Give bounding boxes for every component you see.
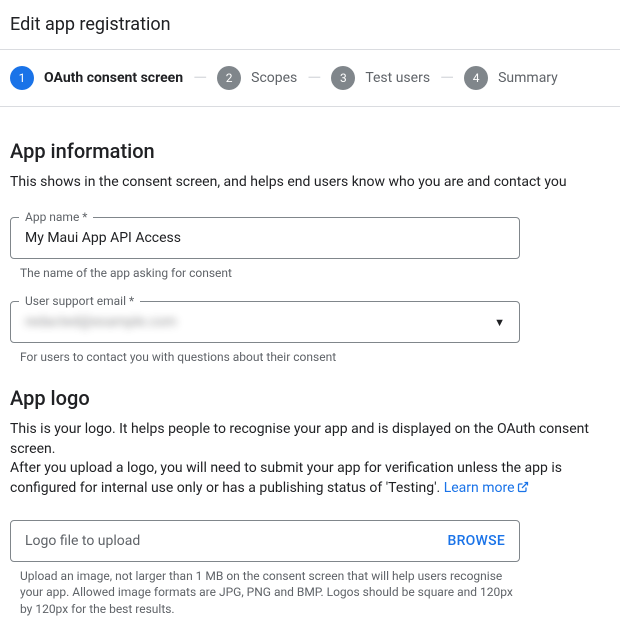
logo-upload-placeholder: Logo file to upload (25, 533, 140, 549)
app-name-input[interactable] (11, 218, 519, 258)
app-name-label: App name * (19, 210, 93, 224)
app-logo-desc: This is your logo. It helps people to re… (10, 420, 610, 499)
step-label-4: Summary (498, 70, 558, 86)
step-scopes[interactable]: 2 Scopes (217, 66, 297, 90)
logo-upload-helper: Upload an image, not larger than 1 MB on… (10, 562, 520, 618)
step-label-2: Scopes (251, 70, 297, 86)
step-number-1: 1 (10, 66, 34, 90)
app-name-field[interactable]: App name * (10, 217, 520, 259)
page-title: Edit app registration (0, 0, 620, 50)
app-info-title: App information (10, 139, 610, 163)
step-summary[interactable]: 4 Summary (464, 66, 558, 90)
support-email-helper: For users to contact you with questions … (10, 343, 520, 366)
chevron-down-icon: ▼ (494, 316, 519, 329)
app-info-desc: This shows in the consent screen, and he… (10, 173, 610, 193)
step-divider: — (305, 68, 323, 89)
app-name-field-group: App name * The name of the app asking fo… (10, 217, 520, 282)
content-area: App information This shows in the consen… (0, 107, 620, 628)
step-divider: — (191, 68, 209, 89)
step-number-4: 4 (464, 66, 488, 90)
step-oauth-consent[interactable]: 1 OAuth consent screen (10, 66, 183, 90)
external-link-icon (517, 480, 529, 500)
logo-upload-field[interactable]: Logo file to upload BROWSE (10, 520, 520, 562)
support-email-select[interactable]: User support email * redacted@example.co… (10, 301, 520, 343)
step-label-1: OAuth consent screen (44, 70, 183, 86)
step-divider: — (438, 68, 456, 89)
app-logo-desc-p1: This is your logo. It helps people to re… (10, 421, 589, 457)
step-number-2: 2 (217, 66, 241, 90)
step-number-3: 3 (331, 66, 355, 90)
stepper: 1 OAuth consent screen — 2 Scopes — 3 Te… (0, 50, 620, 107)
support-email-field-group: User support email * redacted@example.co… (10, 301, 520, 366)
learn-more-link[interactable]: Learn more (444, 480, 529, 496)
app-name-helper: The name of the app asking for consent (10, 259, 520, 282)
support-email-value: redacted@example.com (11, 302, 494, 342)
step-test-users[interactable]: 3 Test users (331, 66, 430, 90)
step-label-3: Test users (365, 70, 430, 86)
browse-button[interactable]: BROWSE (447, 533, 505, 549)
app-logo-title: App logo (10, 386, 610, 410)
